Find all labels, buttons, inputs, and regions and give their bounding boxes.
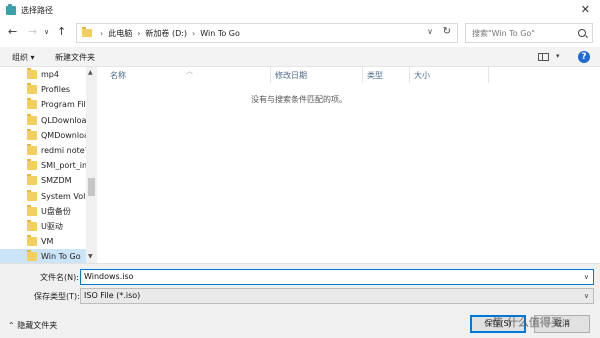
up-arrow-icon[interactable]: ↑ [57, 25, 66, 38]
tree-item-system-volume[interactable]: System Volur [0, 189, 97, 204]
folder-icon [27, 189, 37, 201]
scrollbar-thumb[interactable] [88, 178, 95, 196]
column-divider[interactable] [362, 67, 363, 83]
watermark: 值 什么值得买 [492, 316, 562, 329]
scroll-down-icon[interactable]: ▼ [88, 253, 93, 260]
tree-item-label: QLDownload [41, 115, 92, 125]
file-type-label: 保存类型(T): [34, 292, 80, 301]
new-folder-button[interactable]: 新建文件夹 [55, 52, 95, 63]
breadcrumb-win-to-go[interactable]: Win To Go [200, 29, 240, 38]
hide-folders-toggle[interactable]: ⌃ 隐藏文件夹 [8, 320, 57, 331]
search-icon [578, 29, 586, 37]
breadcrumb-this-pc[interactable]: 此电脑 [108, 28, 132, 39]
empty-message: 没有与搜索条件匹配的项。 [251, 95, 347, 104]
file-type-value: ISO File (*.iso) [84, 291, 141, 300]
folder-icon [27, 144, 37, 156]
back-arrow-icon[interactable]: ← [8, 25, 17, 38]
folder-icon [27, 219, 37, 231]
folder-icon [27, 98, 37, 110]
scroll-up-icon[interactable]: ▲ [88, 69, 93, 76]
navigation-scrollbar[interactable]: ▲ ▼ [86, 67, 97, 263]
file-name-value: Windows.iso [84, 272, 134, 281]
search-placeholder: 搜索"Win To Go" [472, 28, 535, 38]
breadcrumb-separator: › [192, 28, 196, 38]
folder-icon [27, 204, 37, 216]
file-name-input[interactable]: Windows.iso ∨ [80, 269, 594, 285]
tree-item-program-files[interactable]: Program File [0, 97, 97, 112]
tree-item-label: VM [41, 237, 54, 247]
folder-icon [27, 235, 37, 247]
folder-icon [27, 250, 37, 262]
folder-icon [27, 83, 37, 95]
save-panel: 文件名(N): Windows.iso ∨ 保存类型(T): ISO File … [0, 263, 600, 338]
title-bar: 选择路径 ✕ [0, 0, 600, 20]
tree-item-smi-port-info[interactable]: SMI_port_inf [0, 158, 97, 173]
tree-item-label: Profiles [41, 85, 71, 95]
tree-item-qldownload[interactable]: QLDownload [0, 113, 97, 128]
tree-item-win-to-go[interactable]: Win To Go [0, 249, 97, 263]
tree-item-label: QMDownloa [41, 130, 89, 140]
tree-item-label: U驱动 [41, 221, 63, 231]
file-type-select[interactable]: ISO File (*.iso) ∨ [80, 288, 594, 304]
folder-icon [27, 159, 37, 171]
forward-arrow-icon[interactable]: → [28, 25, 37, 38]
folder-icon [82, 27, 92, 37]
tree-item-label: Win To Go [41, 252, 81, 262]
search-input[interactable]: 搜索"Win To Go" [465, 23, 593, 43]
help-icon[interactable]: ? [578, 51, 590, 63]
folder-icon [27, 174, 37, 186]
file-name-label: 文件名(N): [40, 273, 79, 282]
column-header-name[interactable]: 名称 [110, 70, 126, 81]
column-header-type[interactable]: 类型 [367, 70, 383, 81]
breadcrumb-separator: › [137, 28, 141, 38]
command-bar: 组织 ▾ 新建文件夹 ▾ ? [0, 47, 600, 67]
chevron-down-icon[interactable]: ∨ [584, 289, 589, 303]
sort-caret-icon: ︿ [186, 67, 193, 75]
tree-item-label: Program File [41, 100, 91, 110]
tree-item-profiles[interactable]: Profiles [0, 82, 97, 97]
view-options-icon[interactable] [538, 53, 549, 61]
hide-folders-label: 隐藏文件夹 [17, 321, 58, 330]
tree-item-label: SMZDM [41, 176, 72, 186]
close-icon[interactable]: ✕ [581, 3, 590, 16]
tree-item-label: redmi note7 [41, 146, 90, 156]
chevron-down-icon[interactable]: ∨ [584, 270, 589, 284]
folder-icon [27, 113, 37, 125]
tree-item-smzdm[interactable]: SMZDM [0, 173, 97, 188]
tree-item-usb-backup[interactable]: U盘备份 [0, 204, 97, 219]
address-dropdown-icon[interactable]: ∨ [427, 27, 433, 36]
column-divider[interactable] [409, 67, 410, 83]
tree-item-label: U盘备份 [41, 206, 71, 216]
navigation-pane: mp4 Profiles Program File QLDownload QMD… [0, 67, 97, 263]
folder-icon [27, 128, 37, 140]
column-header-size[interactable]: 大小 [414, 70, 430, 81]
tree-item-label: mp4 [41, 70, 59, 80]
breadcrumb-drive-d[interactable]: 新加卷 (D:) [145, 28, 187, 39]
tree-item-usb-driver[interactable]: U驱动 [0, 219, 97, 234]
organize-button[interactable]: 组织 ▾ [12, 52, 35, 63]
folder-app-icon [6, 3, 16, 15]
window-title: 选择路径 [21, 5, 53, 15]
breadcrumb-separator: › [100, 28, 104, 38]
tree-item-label: SMI_port_inf [41, 161, 90, 171]
view-dropdown-icon[interactable]: ▾ [556, 52, 560, 60]
tree-item-vm[interactable]: VM [0, 234, 97, 249]
address-bar[interactable]: › 此电脑 › 新加卷 (D:) › Win To Go ∨ ↻ [76, 23, 458, 43]
recent-dropdown-icon[interactable]: ∨ [44, 28, 49, 36]
chevron-up-icon: ⌃ [8, 321, 15, 330]
refresh-icon[interactable]: ↻ [443, 26, 451, 37]
address-row: ← → ∨ ↑ › 此电脑 › 新加卷 (D:) › Win To Go ∨ ↻… [0, 22, 600, 44]
tree-item-redmi-note7[interactable]: redmi note7 [0, 143, 97, 158]
tree-item-mp4[interactable]: mp4 [0, 67, 97, 82]
column-divider[interactable] [488, 67, 489, 83]
folder-icon [27, 68, 37, 80]
file-list: ︿ 名称 修改日期 类型 大小 没有与搜索条件匹配的项。 [98, 67, 600, 263]
tree-item-qmdownload[interactable]: QMDownloa [0, 128, 97, 143]
column-header-modified[interactable]: 修改日期 [275, 70, 307, 81]
column-divider[interactable] [270, 67, 271, 83]
